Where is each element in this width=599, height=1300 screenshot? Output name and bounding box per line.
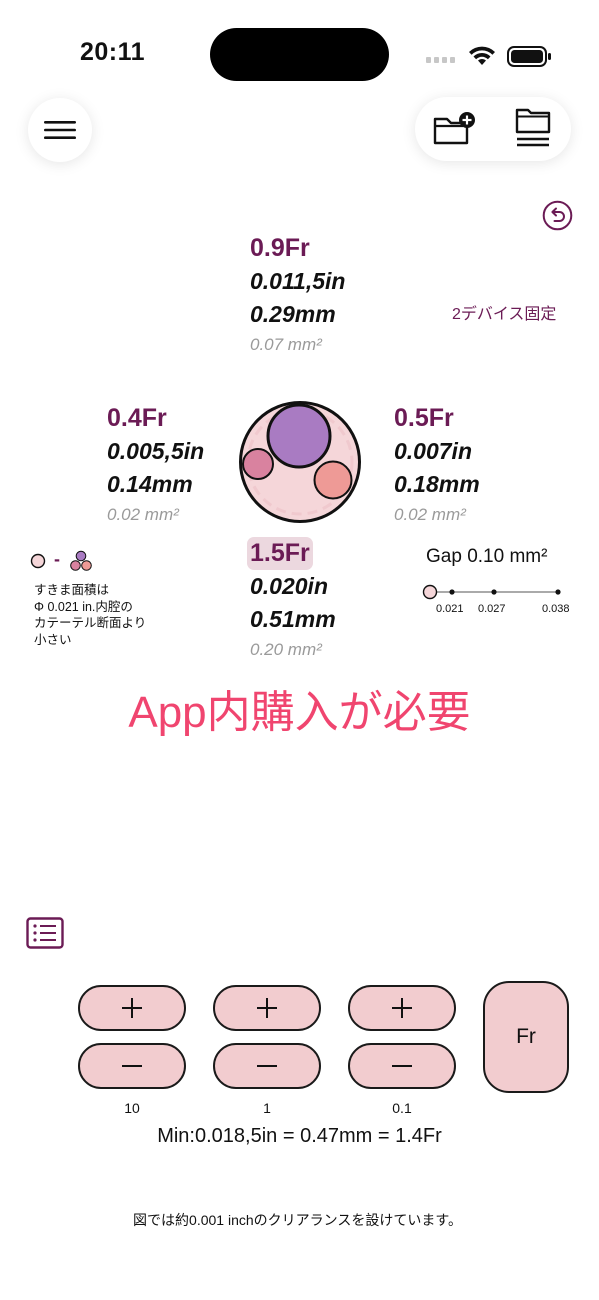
lock-devices-label[interactable]: 2デバイス固定: [452, 300, 556, 324]
folder-toolbar: [415, 97, 571, 161]
device-right-circle: [313, 460, 353, 500]
wifi-icon: [469, 46, 495, 65]
legend-description: すきま面積は Φ 0.021 in.内腔の カテーテル断面より 小さい: [34, 582, 184, 648]
device-top-mm: 0.29mm: [250, 301, 336, 327]
menu-button[interactable]: [28, 98, 92, 162]
device-top-fr: 0.9Fr: [250, 234, 310, 262]
catheter-mm: 0.51mm: [250, 606, 336, 632]
list-icon[interactable]: [26, 917, 64, 949]
decrement-0-1-button[interactable]: [348, 1043, 456, 1089]
device-right-area: 0.02 mm²: [394, 505, 466, 524]
device-left-circle: [242, 448, 274, 480]
hamburger-icon: [44, 121, 76, 139]
increment-1-button[interactable]: [213, 985, 321, 1031]
catheter-inch: 0.020in: [250, 573, 328, 599]
legend-glyph: -: [30, 549, 100, 574]
device-right-inch: 0.007in: [394, 438, 472, 464]
plus-icon: [257, 998, 277, 1018]
clearance-footnote: 図では約0.001 inchのクリアランスを設けています。: [133, 1212, 462, 1228]
undo-icon[interactable]: [542, 200, 573, 231]
device-top-area: 0.07 mm²: [250, 335, 322, 354]
catheter-readout[interactable]: 1.5Fr 0.020in 0.51mm 0.20 mm²: [247, 537, 420, 664]
device-right-fr: 0.5Fr: [394, 404, 454, 432]
three-devices-icon: [70, 550, 92, 571]
device-right-readout[interactable]: 0.5Fr 0.007in 0.18mm 0.02 mm²: [394, 402, 564, 529]
step-size-label: 10: [124, 1100, 140, 1116]
device-top-readout[interactable]: 0.9Fr 0.011,5in 0.29mm 0.07 mm²: [250, 232, 420, 359]
minimum-size-line: Min:0.018,5in = 0.47mm = 1.4Fr: [157, 1125, 442, 1147]
increment-10-button[interactable]: [78, 985, 186, 1031]
status-icons: [426, 46, 551, 67]
step-size-label: 0.1: [392, 1100, 412, 1116]
legend-line: Φ 0.021 in.内腔の: [34, 599, 133, 614]
device-right-mm: 0.18mm: [394, 471, 480, 497]
minus-icon: [122, 1065, 142, 1067]
step-size-label: 1: [263, 1100, 271, 1116]
minus-icon: [257, 1065, 277, 1067]
gap-circle-icon: [30, 553, 46, 569]
legend-line: カテーテル断面より: [34, 616, 147, 630]
gap-title: Gap 0.10 mm²: [426, 546, 548, 567]
cellular-signal-icon: [426, 57, 455, 63]
catheter-area: 0.20 mm²: [250, 640, 322, 659]
folder-list-icon[interactable]: [513, 107, 553, 151]
dynamic-island: [210, 28, 389, 81]
unit-toggle-button[interactable]: Fr: [483, 981, 569, 1093]
legend-dash: -: [54, 549, 60, 569]
battery-icon: [507, 46, 551, 67]
status-time: 20:11: [80, 38, 146, 66]
decrement-10-button[interactable]: [78, 1043, 186, 1089]
plus-icon: [392, 998, 412, 1018]
legend-line: 小さい: [34, 632, 72, 647]
folder-plus-icon[interactable]: [433, 111, 479, 147]
device-top-circle: [266, 403, 332, 469]
gap-tick-label: 0.021: [436, 603, 464, 615]
device-top-inch: 0.011,5in: [250, 268, 346, 294]
plus-icon: [122, 998, 142, 1018]
legend-line: すきま面積は: [34, 583, 110, 597]
gap-tick-label: 0.038: [542, 603, 570, 615]
increment-0-1-button[interactable]: [348, 985, 456, 1031]
decrement-1-button[interactable]: [213, 1043, 321, 1089]
cross-section-diagram: [239, 401, 361, 523]
catheter-fr: 1.5Fr: [247, 537, 313, 570]
minus-icon: [392, 1065, 412, 1067]
gap-indicator: [422, 584, 438, 600]
iap-notice[interactable]: App内購入が必要: [0, 676, 599, 740]
gap-tick-label: 0.027: [478, 603, 506, 615]
